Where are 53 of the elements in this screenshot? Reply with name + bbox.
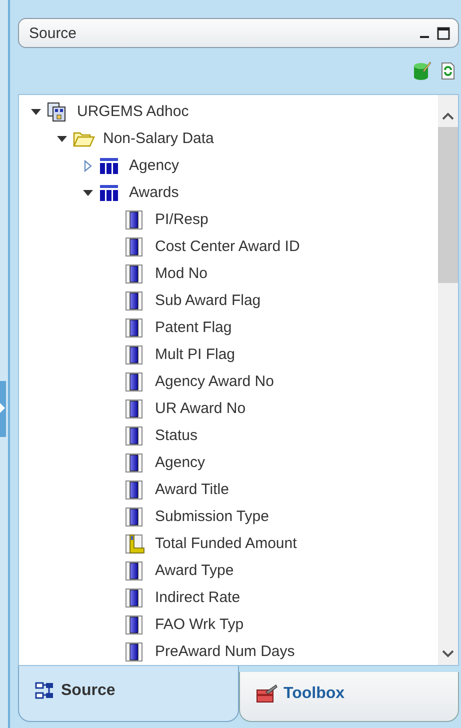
column-icon <box>125 588 143 608</box>
tree-item[interactable]: Total Funded Amount <box>155 535 297 552</box>
tree-item[interactable]: Patent Flag <box>155 319 232 336</box>
panel-tab[interactable]: Toolbox <box>238 672 459 722</box>
edit-database-icon[interactable] <box>413 61 431 81</box>
table-icon <box>99 184 119 202</box>
panel-title: Source <box>29 24 78 42</box>
column-icon <box>125 506 143 526</box>
collapse-arrow[interactable] <box>82 160 94 172</box>
column-icon <box>125 452 143 472</box>
tree-item[interactable]: Submission Type <box>155 508 269 525</box>
tree-item[interactable]: PreAward Num Days <box>155 643 295 660</box>
column-icon <box>125 290 143 310</box>
column-icon <box>125 560 143 580</box>
column-icon <box>125 372 143 392</box>
refresh-icon[interactable] <box>441 62 455 80</box>
column-icon <box>125 480 143 500</box>
tree-item[interactable]: URGEMS Adhoc <box>77 103 189 120</box>
folder-icon <box>73 130 95 146</box>
column-icon <box>125 210 143 230</box>
model-icon <box>47 102 67 122</box>
tree-item[interactable]: UR Award No <box>155 400 246 417</box>
column-icon <box>125 344 143 364</box>
tree-item[interactable]: PI/Resp <box>155 211 208 228</box>
tree-item[interactable]: Agency <box>155 454 206 471</box>
tree-item[interactable]: Sub Award Flag <box>155 292 261 309</box>
tree-item[interactable]: FAO Wrk Typ <box>155 616 244 633</box>
column-icon <box>125 318 143 338</box>
table-icon <box>99 156 119 174</box>
tree-item[interactable]: Awards <box>129 184 179 201</box>
maximize-icon[interactable] <box>437 26 450 40</box>
column-icon <box>125 398 143 418</box>
tree-item[interactable]: Status <box>155 427 198 444</box>
tree-item[interactable]: Mod No <box>155 265 208 282</box>
column-icon <box>125 614 143 634</box>
tree-item[interactable]: Award Title <box>155 481 229 498</box>
tree-item[interactable]: Agency <box>129 157 180 174</box>
tree-item[interactable]: Indirect Rate <box>155 589 240 606</box>
column-icon <box>125 264 143 284</box>
diagram-icon <box>35 682 55 700</box>
column-icon <box>125 236 143 256</box>
measure-icon <box>125 534 145 554</box>
tree-item[interactable]: Cost Center Award ID <box>155 238 300 255</box>
tree-item[interactable]: Non-Salary Data <box>103 130 214 147</box>
tree-item[interactable]: Agency Award No <box>155 373 274 390</box>
column-icon <box>125 642 143 662</box>
tree-item[interactable]: Mult PI Flag <box>155 346 236 363</box>
tree-item[interactable]: Award Type <box>155 562 234 579</box>
panel-tab[interactable]: Source <box>18 666 238 722</box>
splitter-handle[interactable] <box>0 381 8 437</box>
toolbox-icon <box>256 684 278 704</box>
column-icon <box>125 426 143 446</box>
scrollbar-thumb[interactable] <box>438 127 458 283</box>
